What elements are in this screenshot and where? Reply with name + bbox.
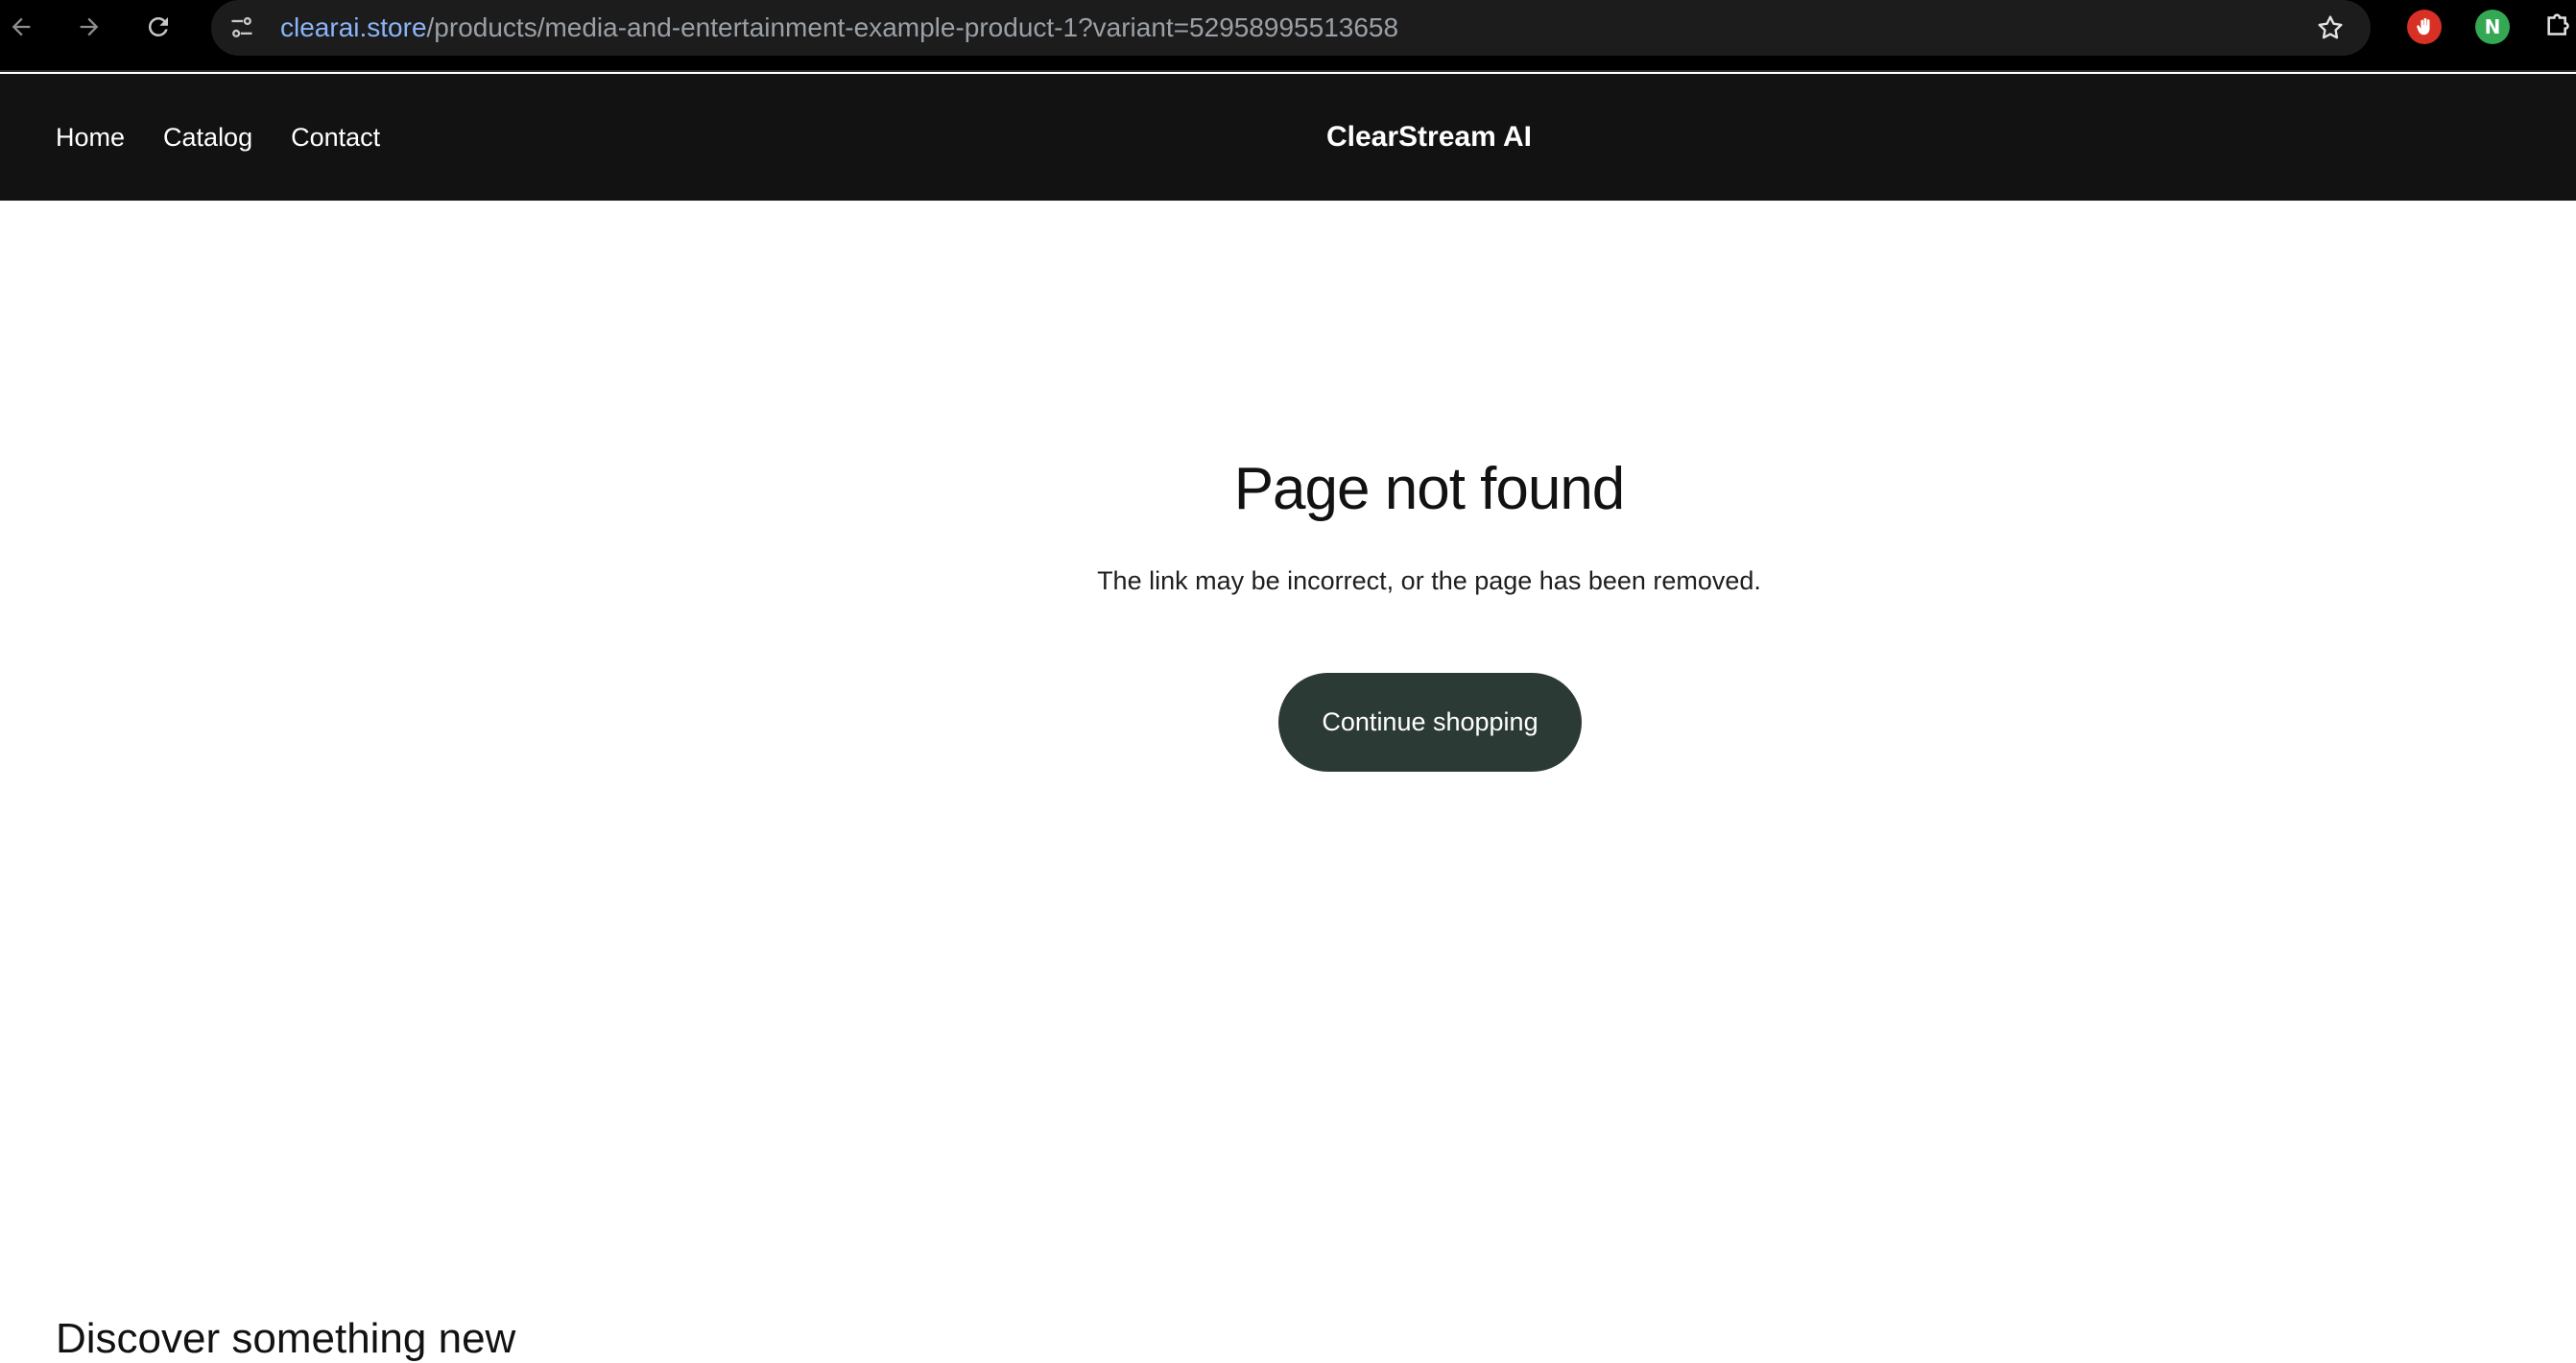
extension-n-icon[interactable]: N <box>2475 10 2510 44</box>
reload-button[interactable] <box>137 6 179 48</box>
arrow-right-icon <box>80 17 99 36</box>
main-nav: Home Catalog Contact <box>56 74 380 201</box>
extension-hand-icon[interactable] <box>2407 10 2442 44</box>
url-host: clearai.store <box>280 12 427 42</box>
tune-icon <box>231 16 252 37</box>
brand-logo-container: ClearStream AI <box>0 74 2576 201</box>
page-title: Page not found <box>1233 456 1626 522</box>
star-icon <box>2318 15 2343 39</box>
url-text[interactable]: clearai.store/products/media-and-enterta… <box>280 0 1398 56</box>
continue-shopping-button[interactable]: Continue shopping <box>1278 673 1582 772</box>
site-info-button[interactable] <box>221 7 263 49</box>
extensions-button[interactable] <box>2543 10 2576 48</box>
nav-catalog-link[interactable]: Catalog <box>163 123 252 153</box>
bookmark-button[interactable] <box>2309 7 2351 49</box>
store-header: Home Catalog Contact ClearStream AI <box>0 74 2576 201</box>
nav-contact-link[interactable]: Contact <box>291 123 380 153</box>
nav-home-link[interactable]: Home <box>56 123 125 153</box>
reload-icon <box>148 16 168 36</box>
brand-logo[interactable]: ClearStream AI <box>1326 121 1532 153</box>
puzzle-icon <box>2547 13 2569 36</box>
page-subtitle: The link may be incorrect, or the page h… <box>1097 566 1761 595</box>
url-path: /products/media-and-entertainment-exampl… <box>426 12 1399 42</box>
browser-toolbar: clearai.store/products/media-and-enterta… <box>0 0 2576 72</box>
discover-heading: Discover something new <box>56 1315 516 1362</box>
forward-button[interactable] <box>68 6 110 48</box>
hand-icon <box>2417 17 2430 36</box>
address-bar[interactable]: clearai.store/products/media-and-enterta… <box>211 0 2371 56</box>
back-button[interactable] <box>0 6 42 48</box>
arrow-left-icon <box>12 17 31 36</box>
